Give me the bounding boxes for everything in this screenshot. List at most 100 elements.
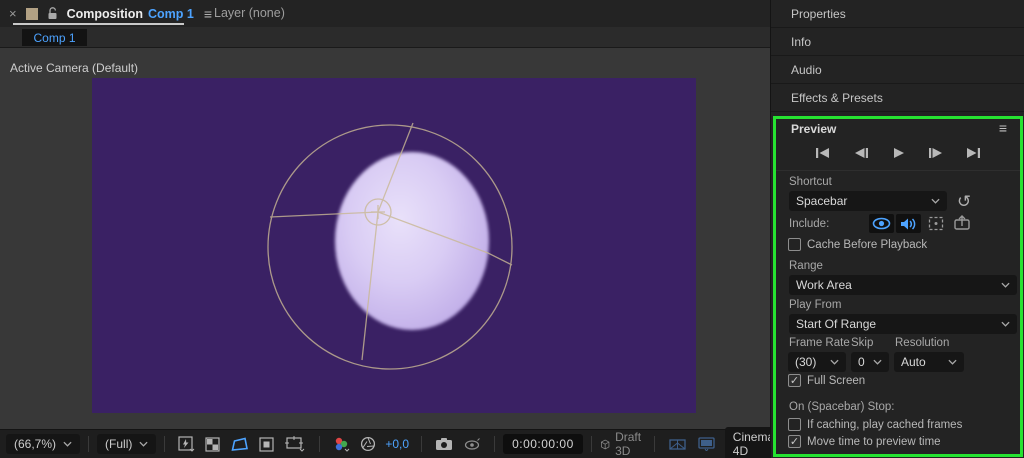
- divider: [421, 436, 422, 452]
- full-screen-checkbox[interactable]: ✓: [788, 374, 801, 387]
- chevron-down-icon: [931, 198, 940, 204]
- previous-frame-button[interactable]: [849, 145, 873, 161]
- transport-controls: [811, 145, 985, 161]
- divider: [494, 436, 495, 452]
- move-time-checkbox[interactable]: ✓: [788, 435, 801, 448]
- on-stop-label: On (Spacebar) Stop:: [789, 401, 894, 413]
- extended-viewer-icon[interactable]: [692, 437, 721, 451]
- cube-icon: [600, 437, 610, 452]
- subtab-comp1[interactable]: Comp 1: [22, 29, 87, 46]
- comp-viewport[interactable]: [92, 78, 696, 413]
- cache-before-playback-row: ✓ Cache Before Playback: [788, 238, 927, 251]
- panel-menu-icon[interactable]: ≡: [204, 6, 212, 22]
- magnification-dropdown[interactable]: (66,7%): [6, 434, 80, 454]
- chevron-down-icon: [830, 359, 839, 365]
- divider: [775, 170, 1021, 171]
- full-screen-label: Full Screen: [807, 375, 865, 387]
- exposure-aperture-icon[interactable]: [355, 436, 381, 452]
- magnification-value: (66,7%): [14, 437, 56, 451]
- frame-rate-label: Frame Rate: [789, 337, 850, 349]
- preview-panel: Preview ≡ Shortcut: [771, 114, 1024, 458]
- tab-composition-name[interactable]: Comp 1: [148, 7, 194, 21]
- panel-header-info[interactable]: Info: [771, 28, 1024, 56]
- preview-resolution-dropdown[interactable]: Auto: [894, 352, 964, 372]
- channel-color-management-icon[interactable]: [328, 436, 355, 452]
- chevron-down-icon: [63, 441, 72, 447]
- region-of-interest-icon[interactable]: [254, 437, 280, 452]
- if-caching-checkbox[interactable]: ✓: [788, 418, 801, 431]
- next-frame-button[interactable]: [924, 145, 948, 161]
- chevron-down-icon: [1001, 282, 1010, 288]
- play-from-label: Play From: [789, 299, 841, 311]
- include-toggles: [869, 214, 948, 233]
- chevron-down-icon: [1001, 321, 1010, 327]
- panel-header-effects-presets[interactable]: Effects & Presets: [771, 84, 1024, 112]
- skip-dropdown[interactable]: 0: [851, 352, 889, 372]
- preview-resolution-value: Auto: [901, 355, 926, 369]
- include-audio-toggle[interactable]: [896, 214, 921, 233]
- viewer-toolbar: (66,7%) (Full): [0, 429, 770, 458]
- chevron-down-icon: [139, 441, 148, 447]
- overlays-frame-icon: [928, 216, 944, 231]
- panel-color-swatch: [26, 8, 38, 20]
- include-overlays-toggle[interactable]: [923, 214, 948, 233]
- range-label: Range: [789, 260, 823, 272]
- play-button[interactable]: [886, 145, 910, 161]
- divider: [591, 436, 592, 452]
- frame-rate-dropdown[interactable]: (30): [788, 352, 846, 372]
- tab-composition-label[interactable]: Composition: [67, 7, 143, 21]
- shortcut-label: Shortcut: [789, 176, 832, 188]
- show-snapshot-icon[interactable]: [458, 438, 486, 451]
- panel-header-properties[interactable]: Properties: [771, 0, 1024, 28]
- timecode-display[interactable]: 0:00:00:00: [503, 434, 583, 454]
- eye-icon: [872, 217, 891, 230]
- range-dropdown[interactable]: Work Area: [789, 275, 1017, 295]
- preview-menu-icon[interactable]: ≡: [999, 120, 1007, 136]
- move-time-row: ✓ Move time to preview time: [788, 435, 941, 448]
- composition-panel: × Composition Comp 1 ≡ Layer (none) Comp…: [0, 0, 770, 458]
- cache-before-playback-checkbox[interactable]: ✓: [788, 238, 801, 251]
- exposure-value[interactable]: +0,0: [381, 437, 413, 451]
- panel-tab-bar: × Composition Comp 1 ≡ Layer (none): [0, 0, 770, 27]
- resolution-value: (Full): [105, 437, 132, 451]
- grid-guides-options-icon[interactable]: [280, 436, 311, 452]
- draft-3d-toggle[interactable]: Draft 3D: [600, 430, 646, 458]
- mask-shape-visibility-icon[interactable]: [226, 437, 254, 452]
- resolution-dropdown[interactable]: (Full): [97, 434, 156, 454]
- range-value: Work Area: [796, 278, 852, 292]
- play-from-value: Start Of Range: [796, 317, 876, 331]
- resolution-label: Resolution: [895, 337, 949, 349]
- comp-pasteboard: Active Camera (Default): [0, 48, 770, 429]
- shortcut-value: Spacebar: [796, 194, 847, 208]
- play-from-dropdown[interactable]: Start Of Range: [789, 314, 1017, 334]
- reset-icon[interactable]: ↺: [957, 193, 971, 210]
- chevron-down-icon: [948, 359, 957, 365]
- preview-panel-title: Preview: [791, 122, 836, 136]
- unlock-icon[interactable]: [47, 7, 58, 20]
- close-icon[interactable]: ×: [9, 7, 17, 20]
- cache-before-playback-label: Cache Before Playback: [807, 239, 927, 251]
- right-panel-stack: Properties Info Audio Effects & Presets …: [770, 0, 1024, 458]
- after-effects-window: × Composition Comp 1 ≡ Layer (none) Comp…: [0, 0, 1024, 458]
- full-screen-row: ✓ Full Screen: [788, 374, 865, 387]
- transparency-grid-icon[interactable]: [200, 437, 226, 452]
- take-snapshot-icon[interactable]: [430, 437, 458, 451]
- ground-plane-icon[interactable]: [663, 438, 692, 451]
- comp-subtab-row: Comp 1: [0, 27, 770, 48]
- fast-previews-icon[interactable]: [173, 436, 200, 452]
- include-video-toggle[interactable]: [869, 214, 894, 233]
- include-label: Include:: [789, 218, 829, 230]
- draft-3d-label: Draft 3D: [615, 430, 646, 458]
- divider: [319, 436, 320, 452]
- last-frame-button[interactable]: [961, 145, 985, 161]
- tab-layer[interactable]: Layer (none): [214, 6, 285, 20]
- panel-header-audio[interactable]: Audio: [771, 56, 1024, 84]
- renderer-value: Cinema 4D: [733, 430, 774, 458]
- skip-value: 0: [858, 355, 865, 369]
- divider: [654, 436, 655, 452]
- frame-rate-value: (30): [795, 355, 816, 369]
- move-time-label: Move time to preview time: [807, 436, 941, 448]
- cache-indicators-icon[interactable]: [953, 214, 971, 234]
- shortcut-dropdown[interactable]: Spacebar: [789, 191, 947, 211]
- first-frame-button[interactable]: [811, 145, 835, 161]
